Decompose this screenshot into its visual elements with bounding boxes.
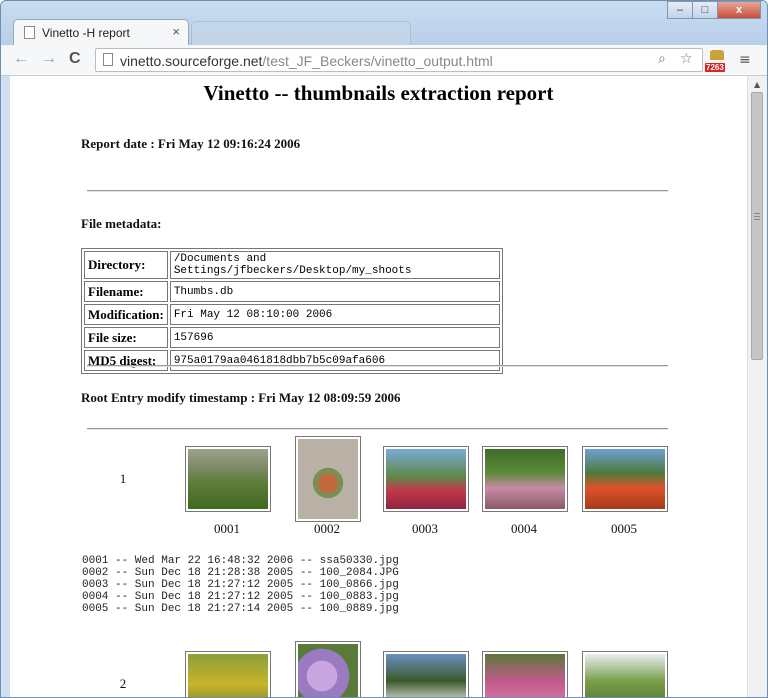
metadata-value: Thumbs.db <box>169 281 500 302</box>
thumbnail-0003[interactable] <box>383 446 469 512</box>
thumbnail-image <box>298 644 358 697</box>
thumbnail-0005[interactable] <box>582 446 668 512</box>
table-row: Directory: /Documents and Settings/jfbec… <box>84 251 500 279</box>
report-title: Vinetto -- thumbnails extraction report <box>203 81 554 105</box>
report-date: Report date : Fri May 12 09:16:24 2006 <box>81 136 301 151</box>
thumbnail-image <box>298 439 358 519</box>
table-row: MD5 digest: 975a0179aa0461818dbb7b5c09af… <box>84 350 500 371</box>
extension-cap-icon <box>710 50 724 60</box>
page-icon <box>24 26 35 39</box>
metadata-key: Filename: <box>84 281 168 302</box>
thumbnail-image <box>386 654 466 697</box>
tab-close-icon[interactable]: × <box>172 24 180 39</box>
back-arrow-icon[interactable]: ← <box>13 50 29 68</box>
search-icon[interactable]: ⌕ <box>658 51 666 67</box>
url-text[interactable]: vinetto.sourceforge.net/test_JF_Beckers/… <box>120 53 493 69</box>
thumbnail-0009[interactable] <box>482 651 568 697</box>
tab-title: Vinetto -H report <box>42 26 130 40</box>
scroll-thumb[interactable] <box>751 92 763 360</box>
menu-icon[interactable]: ≡ <box>739 52 751 68</box>
thumbnail-image <box>585 449 665 509</box>
scroll-up-icon[interactable]: ▲ <box>754 80 760 89</box>
metadata-value: /Documents and Settings/jfbeckers/Deskto… <box>169 251 500 279</box>
title-bar: Vinetto -H report × – □ x <box>1 1 767 45</box>
log-line: 0003 -- Sun Dec 18 21:27:12 2005 -- 100_… <box>82 579 399 591</box>
divider <box>87 365 668 367</box>
thumbnail-caption: 0001 <box>214 521 240 536</box>
bookmark-star-icon[interactable]: ☆ <box>680 51 693 67</box>
log-line: 0001 -- Wed Mar 22 16:48:32 2006 -- ssa5… <box>82 555 399 567</box>
address-bar[interactable]: vinetto.sourceforge.net/test_JF_Beckers/… <box>95 48 703 72</box>
log-line: 0002 -- Sun Dec 18 21:28:38 2005 -- 100_… <box>82 567 399 579</box>
vertical-scrollbar[interactable]: ▲ <box>747 76 767 697</box>
extension-badge: 7263 <box>705 63 725 72</box>
metadata-key: MD5 digest: <box>84 350 168 371</box>
thumbnail-0006[interactable] <box>185 651 271 697</box>
thumbnail-caption: 0002 <box>314 521 340 536</box>
browser-window: Vinetto -H report × – □ x ← → C vinetto.… <box>0 0 768 698</box>
reload-icon[interactable]: C <box>69 50 81 68</box>
thumbnail-0002[interactable] <box>295 436 361 522</box>
divider <box>87 428 668 430</box>
grip-icon <box>754 213 760 214</box>
table-row: File size: 157696 <box>84 327 500 348</box>
metadata-key: File size: <box>84 327 168 348</box>
tab-inactive[interactable] <box>191 21 411 45</box>
page-content: Vinetto -- thumbnails extraction report … <box>10 76 747 697</box>
thumbnail-caption: 0003 <box>412 521 438 536</box>
browser-toolbar: ← → C vinetto.sourceforge.net/test_JF_Be… <box>1 45 767 76</box>
metadata-table: Directory: /Documents and Settings/jfbec… <box>81 248 503 374</box>
minimize-button[interactable]: – <box>667 1 693 19</box>
row-number: 1 <box>119 471 127 486</box>
row-number: 2 <box>119 676 127 691</box>
thumbnail-caption: 0004 <box>511 521 537 536</box>
thumbnail-0001[interactable] <box>185 446 271 512</box>
root-entry-timestamp: Root Entry modify timestamp : Fri May 12… <box>81 390 401 405</box>
thumbnail-image <box>386 449 466 509</box>
divider <box>87 190 668 192</box>
forward-arrow-icon[interactable]: → <box>41 50 57 68</box>
thumbnail-0004[interactable] <box>482 446 568 512</box>
metadata-value: 975a0179aa0461818dbb7b5c09afa606 <box>169 350 500 371</box>
thumbnail-0007[interactable] <box>295 641 361 697</box>
thumbnail-image <box>188 449 268 509</box>
metadata-key: Directory: <box>84 251 168 279</box>
thumbnail-image <box>485 449 565 509</box>
thumbnail-image <box>585 654 665 697</box>
maximize-button[interactable]: □ <box>692 1 718 19</box>
thumbnail-log: 0001 -- Wed Mar 22 16:48:32 2006 -- ssa5… <box>82 555 399 615</box>
metadata-value: Fri May 12 08:10:00 2006 <box>169 304 500 325</box>
extension-icon[interactable]: 7263 <box>705 50 729 72</box>
table-row: Filename: Thumbs.db <box>84 281 500 302</box>
file-metadata-label: File metadata: <box>81 216 162 231</box>
log-line: 0004 -- Sun Dec 18 21:27:12 2005 -- 100_… <box>82 591 399 603</box>
metadata-value: 157696 <box>169 327 500 348</box>
thumbnail-image <box>188 654 268 697</box>
window-controls: – □ x <box>667 1 761 19</box>
table-row: Modification: Fri May 12 08:10:00 2006 <box>84 304 500 325</box>
thumbnail-0008[interactable] <box>383 651 469 697</box>
log-line: 0005 -- Sun Dec 18 21:27:14 2005 -- 100_… <box>82 603 399 615</box>
thumbnail-0010[interactable] <box>582 651 668 697</box>
metadata-key: Modification: <box>84 304 168 325</box>
tab-vinetto-report[interactable]: Vinetto -H report × <box>13 19 189 45</box>
close-button[interactable]: x <box>717 1 761 19</box>
page-icon <box>103 53 113 66</box>
thumbnail-caption: 0005 <box>611 521 637 536</box>
thumbnail-image <box>485 654 565 697</box>
